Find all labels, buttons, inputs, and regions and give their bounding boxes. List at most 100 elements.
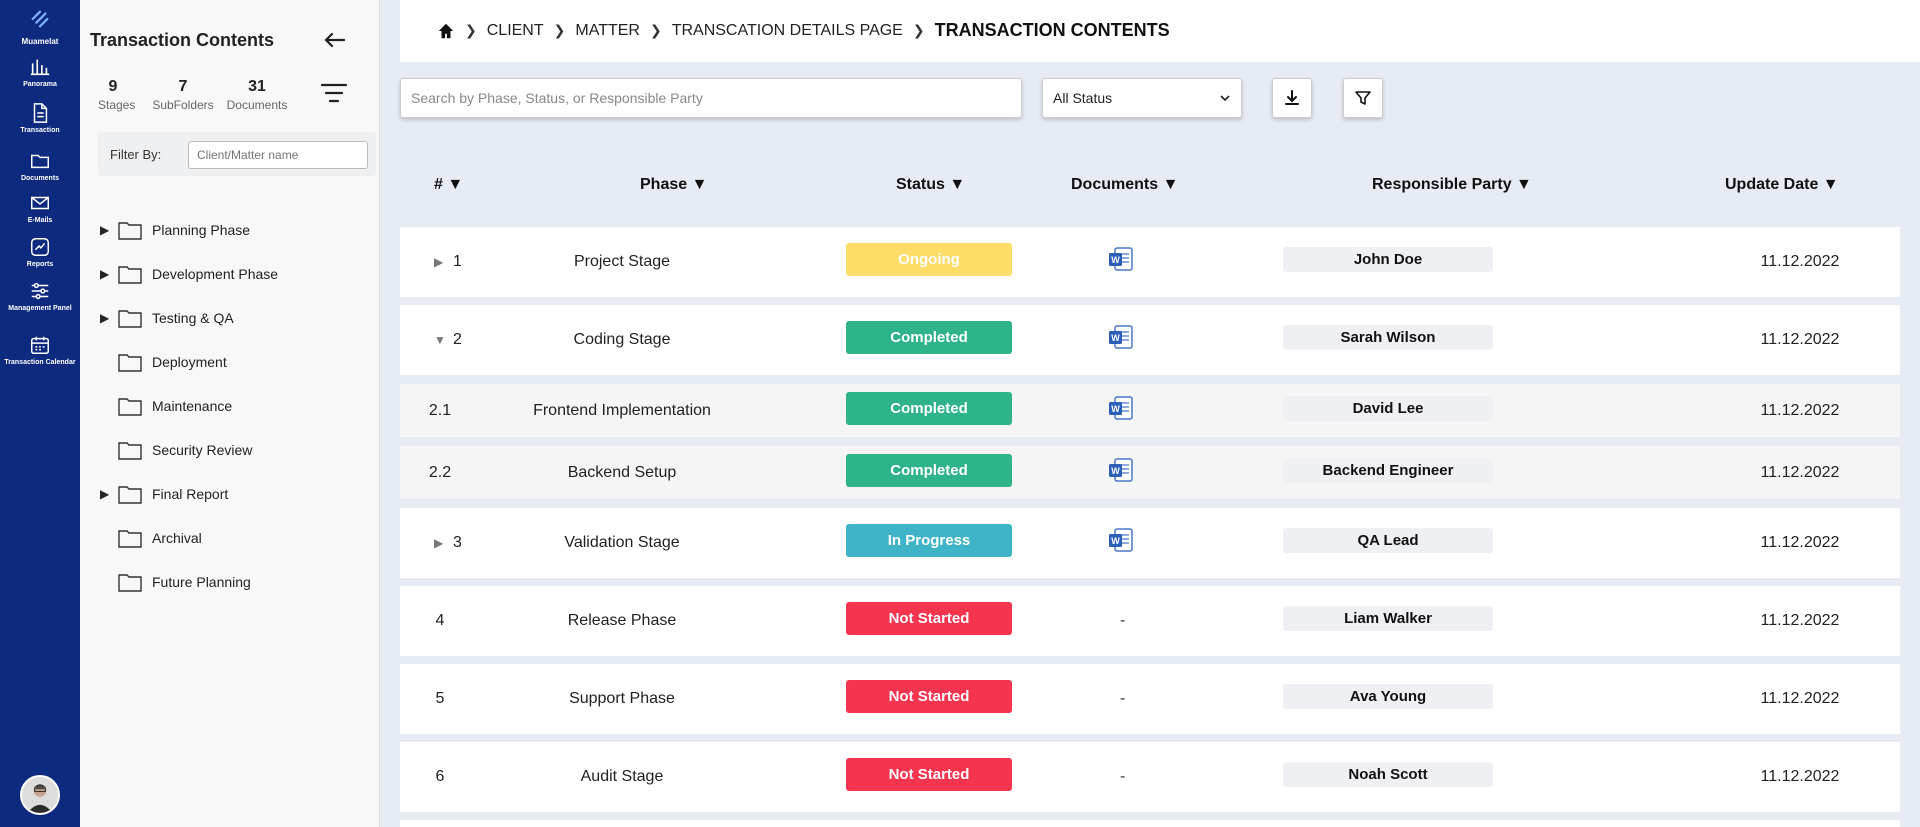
rail-item-documents[interactable]: Documents xyxy=(0,150,80,183)
folder-icon xyxy=(118,486,142,504)
update-date: 11.12.2022 xyxy=(1760,612,1840,629)
tree-folder[interactable]: Archival xyxy=(100,524,202,552)
sort-filter-icon[interactable] xyxy=(320,82,348,104)
folder-icon xyxy=(118,398,142,416)
table-row[interactable]: ▶ 1 Project Stage Ongoing W John Doe 11.12.202… xyxy=(400,227,1900,297)
column-header-phase[interactable]: Phase ▼ xyxy=(640,176,707,194)
update-date: 11.12.2022 xyxy=(1760,401,1840,419)
column-header-status[interactable]: Status ▼ xyxy=(896,176,965,194)
filter-button[interactable] xyxy=(1343,78,1383,118)
row-phase[interactable]: Support Phase xyxy=(520,690,724,708)
rail-item-transaction-calendar[interactable]: Transaction Calendar xyxy=(0,334,80,367)
svg-text:W: W xyxy=(1111,536,1120,546)
row-phase[interactable]: Audit Stage xyxy=(520,768,724,786)
user-avatar[interactable] xyxy=(20,775,60,815)
tree-folder[interactable]: ▶ Development Phase xyxy=(100,260,278,288)
folder-icon xyxy=(31,154,49,169)
row-document-link[interactable]: W xyxy=(1108,395,1134,421)
search-input[interactable] xyxy=(400,78,1022,118)
row-number: 5 xyxy=(435,690,445,707)
breadcrumb-chevron-icon: ❯ xyxy=(465,22,477,38)
row-expand-caret-icon[interactable]: ▶ xyxy=(434,255,443,269)
rail-item-emails[interactable]: E-Mails xyxy=(0,192,80,225)
row-phase[interactable]: Frontend Implementation xyxy=(520,402,724,420)
stat-documents-count: 31 xyxy=(248,78,266,95)
row-number: 4 xyxy=(435,612,445,629)
tree-folder[interactable]: Maintenance xyxy=(100,392,232,420)
report-icon xyxy=(31,238,49,256)
tree-folder[interactable]: ▶ Planning Phase xyxy=(100,216,250,244)
svg-text:W: W xyxy=(1111,255,1120,265)
tree-folder[interactable]: Deployment xyxy=(100,348,227,376)
row-phase[interactable]: Project Stage xyxy=(520,253,724,271)
tree-folder[interactable]: ▶ Testing & QA xyxy=(100,304,234,332)
row-document-link[interactable]: W xyxy=(1108,527,1134,553)
table-row[interactable]: ▼ 2 Coding Stage Completed W Sarah Wilson 11.1… xyxy=(400,305,1900,375)
chevron-down-icon xyxy=(1220,95,1230,102)
row-number: 2 xyxy=(453,331,462,348)
panel-title: Transaction Contents xyxy=(90,30,275,50)
column-header-documents[interactable]: Documents ▼ xyxy=(1071,176,1178,194)
table-row[interactable] xyxy=(400,820,1900,827)
column-header-update-date[interactable]: Update Date ▼ xyxy=(1725,176,1839,194)
row-number: 3 xyxy=(453,534,462,551)
expand-caret-icon[interactable]: ▶ xyxy=(100,311,118,325)
rail-item-management-panel[interactable]: Management Panel xyxy=(0,280,80,313)
word-document-icon: W xyxy=(1109,528,1133,552)
folder-icon xyxy=(118,442,142,460)
word-document-icon: W xyxy=(1109,247,1133,271)
table-row[interactable]: ▶ 3 Validation Stage In Progress W QA Lead 11.… xyxy=(400,508,1900,578)
back-arrow-icon[interactable] xyxy=(320,26,348,54)
user-avatar-icon xyxy=(22,777,58,813)
rail-item-transaction[interactable]: Transaction xyxy=(0,102,80,135)
bar-chart-icon xyxy=(30,59,50,76)
brand-name: Muamelat xyxy=(21,37,59,46)
rail-label-management-panel: Management Panel xyxy=(8,305,72,312)
status-select-value: All Status xyxy=(1053,90,1113,106)
rail-item-reports[interactable]: Reports xyxy=(0,236,80,269)
tree-folder[interactable]: ▶ Final Report xyxy=(100,480,228,508)
tree-folder[interactable]: Security Review xyxy=(100,436,252,464)
tree-folder-label: Archival xyxy=(152,530,202,546)
table-row[interactable]: 2.2 Backend Setup Completed W Backend Engine… xyxy=(400,446,1900,499)
home-icon[interactable] xyxy=(437,22,455,40)
tree-folder-label: Testing & QA xyxy=(152,310,234,326)
status-badge: Not Started xyxy=(846,758,1012,791)
filter-box: Filter By: xyxy=(98,132,376,176)
tree-folder-label: Development Phase xyxy=(152,266,279,282)
table-row[interactable]: 2.1 Frontend Implementation Completed W Davi… xyxy=(400,384,1900,437)
client-matter-filter-input[interactable] xyxy=(188,141,368,169)
word-document-icon: W xyxy=(1109,325,1133,349)
stat-subfolders: 7 SubFolders xyxy=(148,78,218,112)
rail-item-panorama[interactable]: Panorama xyxy=(0,56,80,89)
breadcrumb-client[interactable]: CLIENT xyxy=(487,22,544,40)
table-row[interactable]: 6 Audit Stage Not Started - Noah Scott 11.12.… xyxy=(400,742,1900,812)
update-date: 11.12.2022 xyxy=(1760,690,1840,707)
expand-caret-icon[interactable]: ▶ xyxy=(100,267,118,281)
breadcrumb-matter[interactable]: MATTER xyxy=(575,22,640,40)
table-row[interactable]: 5 Support Phase Not Started - Ava Young 11.12… xyxy=(400,664,1900,734)
update-date: 11.12.2022 xyxy=(1760,463,1840,481)
row-phase[interactable]: Validation Stage xyxy=(520,534,724,552)
table-row[interactable]: 4 Release Phase Not Started - Liam Walker 11.… xyxy=(400,586,1900,656)
expand-caret-icon[interactable]: ▶ xyxy=(100,223,118,237)
download-button[interactable] xyxy=(1272,78,1312,118)
row-phase[interactable]: Release Phase xyxy=(520,612,724,630)
brand-logo[interactable]: Muamelat xyxy=(0,8,80,46)
tree-folder[interactable]: Future Planning xyxy=(100,568,251,596)
column-header-number[interactable]: # ▼ xyxy=(434,176,463,194)
expand-caret-icon[interactable]: ▶ xyxy=(100,487,118,501)
column-header-responsible-party[interactable]: Responsible Party ▼ xyxy=(1372,176,1532,194)
row-expand-caret-icon[interactable]: ▼ xyxy=(434,333,446,347)
breadcrumb-transaction-details[interactable]: TRANSCATION DETAILS PAGE xyxy=(672,22,903,40)
row-phase[interactable]: Backend Setup xyxy=(520,464,724,482)
row-document-link[interactable]: W xyxy=(1108,457,1134,483)
row-phase[interactable]: Coding Stage xyxy=(520,331,724,349)
status-badge: Completed xyxy=(846,391,1012,425)
row-document-link[interactable]: W xyxy=(1108,324,1134,350)
status-select[interactable]: All Status xyxy=(1042,78,1242,118)
row-document-link[interactable]: W xyxy=(1108,246,1134,272)
rail-label-panorama: Panorama xyxy=(23,81,57,88)
folder-icon xyxy=(118,266,142,284)
row-expand-caret-icon[interactable]: ▶ xyxy=(434,536,443,550)
